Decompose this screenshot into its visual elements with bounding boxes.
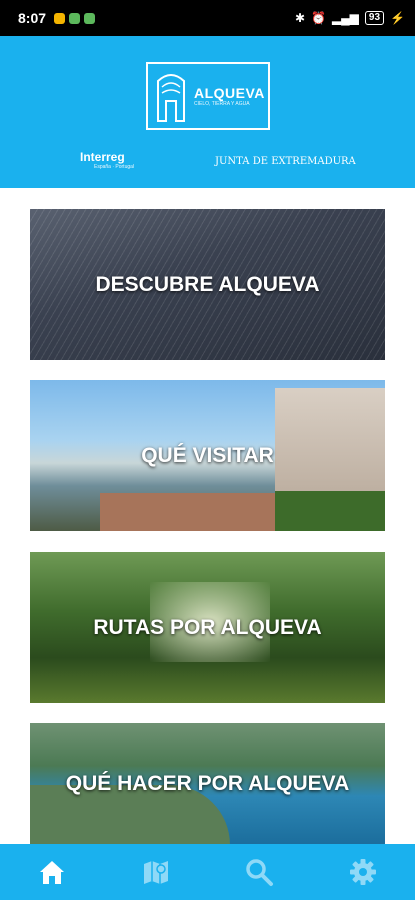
logo-tagline: CIELO, TIERRA Y AGUA	[194, 101, 250, 107]
notification-icon	[54, 12, 66, 24]
card-rutas-por-alqueva[interactable]: RUTAS POR ALQUEVA	[30, 552, 385, 703]
card-descubre-alqueva[interactable]: DESCUBRE ALQUEVA	[30, 209, 385, 360]
signal-icon: ▂▄▆	[331, 11, 359, 25]
notification-icon	[69, 12, 81, 24]
card-title: RUTAS POR ALQUEVA	[93, 615, 322, 639]
card-que-hacer-por-alqueva[interactable]: QUÉ HACER POR ALQUEVA	[30, 723, 385, 845]
tab-home[interactable]	[0, 844, 104, 900]
status-time: 8:07	[18, 10, 47, 26]
card-title: QUÉ HACER POR ALQUEVA	[65, 772, 350, 795]
card-title: DESCUBRE ALQUEVA	[95, 272, 320, 296]
map-icon	[143, 861, 168, 884]
alqueva-logo-icon	[157, 74, 185, 122]
rooftops-image	[100, 493, 300, 531]
notification-icon	[84, 12, 96, 24]
alqueva-logo: ALQUEVA CIELO, TIERRA Y AGUA	[146, 62, 270, 130]
junta-extremadura-logo: JUNTA DE EXTREMADURA	[215, 156, 356, 167]
bluetooth-icon: ✱	[294, 11, 305, 25]
trees-image	[275, 491, 385, 531]
battery-icon: 93	[364, 11, 385, 25]
interreg-logo: Interreg España · Portugal	[80, 150, 134, 170]
home-icon	[39, 861, 64, 884]
interreg-sub: España · Portugal	[94, 164, 135, 170]
search-icon	[246, 859, 274, 886]
card-que-visitar[interactable]: QUÉ VISITAR	[30, 380, 385, 531]
notification-icons	[54, 12, 96, 24]
bottom-tab-bar	[0, 844, 415, 900]
status-bar: 8:07 ✱ ⏰ ▂▄▆ 93 ⚡	[0, 0, 415, 36]
tab-search[interactable]	[208, 844, 312, 900]
tab-map[interactable]	[104, 844, 208, 900]
card-title: QUÉ VISITAR	[141, 443, 274, 467]
logo-name: ALQUEVA	[194, 85, 265, 101]
tab-settings[interactable]	[311, 844, 415, 900]
interreg-name: Interreg	[80, 150, 125, 164]
app-header: ALQUEVA CIELO, TIERRA Y AGUA Interreg Es…	[0, 36, 415, 188]
alarm-icon: ⏰	[311, 11, 326, 25]
charging-icon: ⚡	[390, 11, 405, 25]
gear-icon	[350, 859, 377, 885]
system-icons: ✱ ⏰ ▂▄▆ 93 ⚡	[295, 11, 405, 25]
